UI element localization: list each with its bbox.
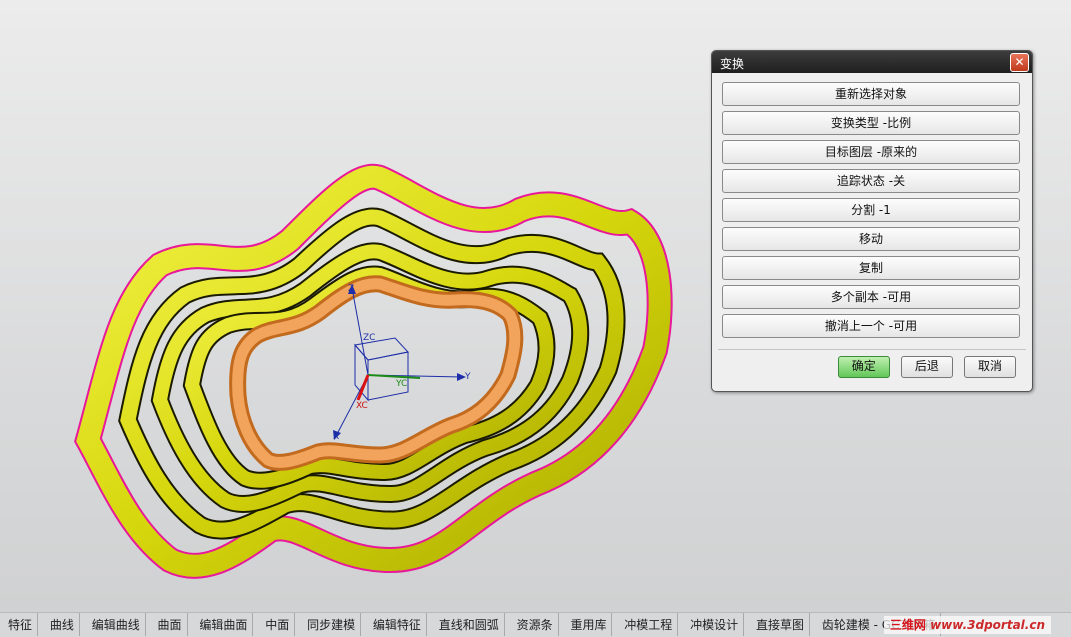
triad-label-yc: YC: [395, 379, 407, 389]
tab-edit-curve[interactable]: 编辑曲线: [84, 613, 146, 636]
dialog-title: 变换: [720, 57, 745, 71]
close-icon[interactable]: ✕: [1010, 53, 1029, 72]
target-layer-button[interactable]: 目标图层 -原来的: [722, 140, 1020, 164]
reselect-objects-button[interactable]: 重新选择对象: [722, 82, 1020, 106]
subdivide-button[interactable]: 分割 -1: [722, 198, 1020, 222]
triad-label-zc: ZC: [363, 333, 375, 343]
dialog-button-row: 确定 后退 取消: [832, 355, 1016, 378]
tab-resource-bar[interactable]: 资源条: [509, 613, 559, 636]
tab-sync-modeling[interactable]: 同步建模: [299, 613, 362, 636]
triad-label-xc: XC: [356, 401, 368, 411]
undo-last-button[interactable]: 撤消上一个 -可用: [722, 314, 1020, 338]
tab-direct-sketch[interactable]: 直接草图: [748, 613, 810, 636]
watermark: 三维网 www.3dportal.cn: [883, 616, 1051, 634]
back-button[interactable]: 后退: [900, 356, 953, 378]
watermark-cn: 三维网: [889, 618, 926, 632]
transform-type-button[interactable]: 变换类型 -比例: [722, 111, 1020, 135]
tab-line-arc[interactable]: 直线和圆弧: [431, 613, 505, 636]
triad-label-y: Y: [464, 372, 471, 382]
option-list: 重新选择对象 变换类型 -比例 目标图层 -原来的 追踪状态 -关 分割 -1 …: [722, 82, 1020, 343]
tab-reuse-library[interactable]: 重用库: [562, 613, 613, 636]
dialog-titlebar[interactable]: 变换 ✕: [712, 51, 1032, 73]
watermark-url: www.3dportal.cn: [930, 618, 1045, 632]
triad-label-z: Z: [348, 284, 354, 294]
ok-button[interactable]: 确定: [837, 356, 890, 378]
copy-button[interactable]: 复制: [722, 256, 1020, 280]
trace-status-button[interactable]: 追踪状态 -关: [722, 169, 1020, 193]
tab-die-design[interactable]: 冲模设计: [682, 613, 745, 636]
multiple-copies-button[interactable]: 多个副本 -可用: [722, 285, 1020, 309]
triad-label-x: X: [333, 432, 339, 442]
tab-die-engineering[interactable]: 冲模工程: [616, 613, 679, 636]
wcs-triad[interactable]: [335, 287, 463, 437]
tab-edit-feature[interactable]: 编辑特征: [365, 613, 427, 636]
tab-mid-surface[interactable]: 中面: [257, 613, 296, 636]
tab-curve[interactable]: 曲线: [42, 613, 80, 636]
cancel-button[interactable]: 取消: [964, 356, 1016, 378]
dialog-separator: [718, 349, 1026, 350]
transform-dialog: 变换 ✕ 重新选择对象 变换类型 -比例 目标图层 -原来的 追踪状态 -关 分…: [711, 50, 1033, 392]
tab-edit-surface[interactable]: 编辑曲面: [191, 613, 254, 636]
tab-surface[interactable]: 曲面: [150, 613, 188, 636]
move-button[interactable]: 移动: [722, 227, 1020, 251]
tab-feature[interactable]: 特征: [0, 613, 39, 636]
